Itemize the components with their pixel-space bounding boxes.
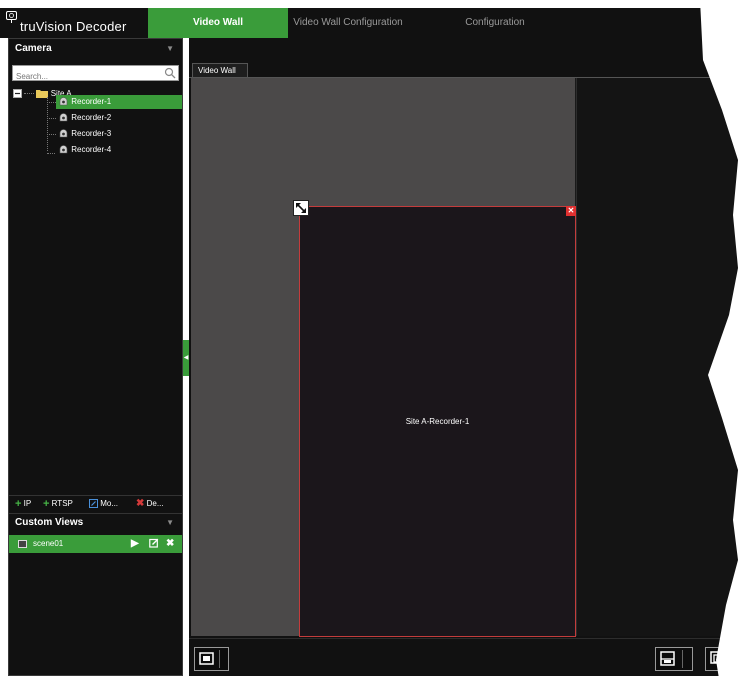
tv-monitor-icon — [6, 11, 17, 23]
app-title: truVision Decoder — [20, 19, 127, 34]
custom-view-label: scene01 — [33, 539, 64, 548]
video-wall-canvas[interactable]: Site A-Recorder-1 ✕ — [191, 78, 736, 637]
tree-item-label: Recorder-4 — [71, 145, 112, 154]
top-navigation-bar: truVision Decoder Video Wall Video Wall … — [0, 8, 740, 38]
edit-icon[interactable] — [149, 535, 159, 553]
video-window-label: Site A-Recorder-1 — [405, 417, 470, 426]
left-panel: Camera ▼ Site A — [8, 38, 183, 676]
close-icon[interactable]: ✕ — [566, 206, 576, 216]
tab-video-wall-canvas[interactable]: Video Wall — [192, 63, 248, 77]
tab-configuration[interactable]: Configuration — [440, 8, 550, 38]
tree-item-label: Recorder-2 — [71, 113, 112, 122]
tree-item-label: Recorder-3 — [71, 129, 112, 138]
pin-icon[interactable]: ▼ — [166, 514, 174, 532]
window-layout-button[interactable] — [655, 647, 693, 671]
app-logo: truVision Decoder — [0, 8, 148, 38]
custom-views-title: Custom Views — [15, 517, 84, 528]
collapse-icon[interactable] — [13, 89, 22, 99]
plus-icon: + — [15, 498, 22, 510]
wall-bottom-toolbar — [189, 638, 740, 676]
delete-icon[interactable]: ✖ — [166, 535, 174, 553]
recorder-icon — [59, 97, 68, 106]
tree-item-recorder-3[interactable]: Recorder-3 — [56, 127, 111, 141]
window-settings-button[interactable] — [705, 647, 740, 671]
add-rtsp-button[interactable]: + RTSP — [43, 498, 73, 510]
add-ip-button[interactable]: + IP — [15, 498, 31, 510]
delete-icon: ✖ — [136, 498, 145, 509]
tree-item-recorder-2[interactable]: Recorder-2 — [56, 111, 111, 125]
view-thumbnail-icon — [18, 540, 27, 548]
tab-video-wall-configuration[interactable]: Video Wall Configuration — [288, 8, 408, 38]
tree-item-recorder-1[interactable]: Recorder-1 — [56, 95, 182, 109]
tree-item-recorder-4[interactable]: Recorder-4 — [56, 143, 111, 157]
resize-icon[interactable] — [293, 200, 309, 216]
custom-view-item-scene01[interactable]: scene01 ▶ ✖ — [9, 535, 182, 553]
edit-icon — [89, 499, 98, 509]
pin-icon[interactable]: ▼ — [166, 40, 174, 58]
screen-layout-button[interactable] — [194, 647, 229, 671]
window-layout-icon — [660, 651, 675, 666]
play-icon[interactable]: ▶ — [131, 535, 139, 553]
search-icon[interactable] — [164, 67, 176, 79]
custom-views-header: Custom Views ▼ — [9, 513, 182, 531]
video-window[interactable]: Site A-Recorder-1 ✕ — [299, 206, 576, 637]
tab-video-wall[interactable]: Video Wall — [148, 8, 288, 38]
window-settings-icon — [710, 651, 725, 666]
camera-panel-title: Camera — [15, 43, 52, 54]
tree-item-label: Recorder-1 — [71, 97, 112, 106]
delete-button[interactable]: ✖ De... — [136, 498, 164, 510]
screen-layout-icon — [199, 652, 214, 665]
recorder-icon — [59, 145, 68, 154]
video-wall-area: Video Wall Site A-Recorder-1 ✕ — [189, 38, 740, 676]
wall-screen-2[interactable] — [576, 78, 736, 636]
plus-icon: + — [43, 498, 50, 510]
recorder-icon — [59, 129, 68, 138]
camera-search-input[interactable] — [13, 69, 153, 84]
device-toolbar: + IP + RTSP Mo... ✖ De... — [9, 495, 182, 511]
modify-button[interactable]: Mo... — [89, 498, 118, 510]
recorder-icon — [59, 113, 68, 122]
camera-panel-header: Camera ▼ — [9, 40, 182, 58]
camera-search-box[interactable] — [12, 65, 179, 84]
